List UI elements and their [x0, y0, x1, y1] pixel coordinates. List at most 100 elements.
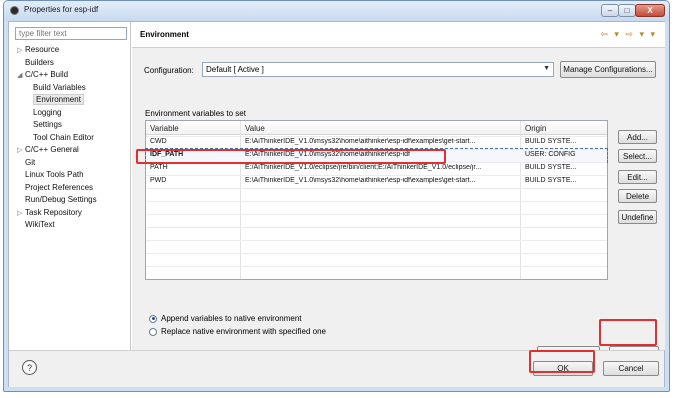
undefine-button[interactable]: Undefine	[618, 210, 657, 224]
sidebar-item[interactable]: Settings	[15, 119, 129, 132]
filter-input[interactable]	[15, 27, 127, 40]
window-title: Properties for esp-idf	[24, 5, 99, 14]
help-icon[interactable]: ?	[22, 360, 37, 375]
edit-button[interactable]: Edit...	[618, 170, 657, 184]
sidebar-item-label: C/C++ Build	[25, 70, 69, 79]
select-button[interactable]: Select...	[618, 149, 657, 163]
manage-configurations-button[interactable]: Manage Configurations...	[560, 61, 656, 78]
table-row[interactable]: PATH E:/AiThinkerIDE_V1.0/eclipse/jre/bin…	[146, 162, 607, 175]
sidebar-item[interactable]: Builders	[15, 57, 129, 70]
column-variable[interactable]: Variable	[150, 124, 179, 133]
ok-button[interactable]: OK	[533, 361, 593, 376]
cell-value: E:\AiThinkerIDE_V1.0\msys32\home\aithink…	[245, 138, 476, 145]
row-divider	[146, 253, 607, 254]
cell-value: E:\AiThinkerIDE_V1.0\msys32\home\aithink…	[245, 151, 410, 158]
row-divider	[146, 149, 607, 150]
sidebar-item[interactable]: WikiText	[15, 219, 129, 232]
page-header: Environment ⇦ ▾ ⇨ ▾ ▾	[132, 22, 665, 48]
cancel-button[interactable]: Cancel	[603, 361, 659, 376]
cell-value: E:/AiThinkerIDE_V1.0/eclipse/jre/bin/cli…	[245, 164, 482, 171]
sidebar-item-label: Resource	[25, 45, 60, 54]
sidebar-item-label: Linux Tools Path	[25, 170, 84, 179]
replace-radio[interactable]: Replace native environment with specifie…	[149, 327, 326, 336]
nav-arrows-icon[interactable]: ⇦ ▾ ⇨ ▾ ▾	[600, 29, 657, 40]
sidebar-item-label: Task Repository	[25, 207, 82, 217]
env-table: Variable Value Origin CWD E:\AiThinkerIDE…	[145, 120, 608, 280]
delete-button[interactable]: Delete	[618, 189, 657, 203]
expand-arrow-icon[interactable]: ▷	[17, 145, 25, 158]
sidebar-item-label: Builders	[25, 57, 54, 67]
sidebar-item-label: Logging	[33, 107, 62, 117]
expand-arrow-icon[interactable]: ◢	[17, 70, 25, 83]
properties-window: Properties for esp-idf – □ X ▷ResourceBu…	[3, 0, 670, 392]
sidebar-item-label: C/C++ General	[25, 145, 79, 154]
environment-section: Environment variables to set Variable Va…	[132, 104, 665, 361]
row-divider	[146, 136, 607, 137]
title-bar[interactable]: Properties for esp-idf – □ X	[4, 1, 669, 21]
sidebar-item-label: Environment	[33, 94, 84, 105]
row-divider	[146, 201, 607, 202]
column-origin[interactable]: Origin	[525, 124, 546, 133]
sidebar-item[interactable]: ▷ C/C++ General	[15, 144, 129, 157]
sidebar-item[interactable]: Project References	[15, 182, 129, 195]
cell-variable: CWD	[150, 138, 167, 145]
minimize-button[interactable]: –	[601, 4, 619, 17]
configuration-select[interactable]: Default [ Active ] ▼	[202, 62, 554, 77]
row-divider	[146, 266, 607, 267]
sidebar-item-label: Run/Debug Settings	[25, 195, 97, 204]
sidebar-tree: ▷ Resource Builders ◢ C/C++ Build Build Varia…	[15, 44, 129, 232]
sidebar-item[interactable]: Git	[15, 157, 129, 170]
sidebar-item[interactable]: ▷ Task Repository	[15, 207, 129, 220]
sidebar-item[interactable]: Logging	[15, 107, 129, 120]
close-button[interactable]: X	[635, 4, 665, 17]
append-radio[interactable]: Append variables to native environment	[149, 314, 302, 323]
row-divider	[146, 175, 607, 176]
row-divider	[146, 162, 607, 163]
sidebar-item-label: Build Variables	[33, 82, 86, 92]
sidebar-item-label: WikiText	[25, 220, 55, 229]
radio-off-icon	[149, 327, 157, 336]
sidebar-item[interactable]: Run/Debug Settings	[15, 194, 129, 207]
sidebar-item-label: Settings	[33, 120, 62, 129]
cell-variable: PATH	[150, 164, 168, 171]
maximize-button[interactable]: □	[618, 4, 636, 17]
cell-value: E:\AiThinkerIDE_V1.0\msys32\home\aithink…	[245, 177, 476, 184]
row-divider	[146, 188, 607, 189]
sidebar-item[interactable]: Linux Tools Path	[15, 169, 129, 182]
dialog-client: ▷ResourceBuilders◢C/C++ BuildBuild Varia…	[8, 21, 665, 387]
table-row[interactable]: CWD E:\AiThinkerIDE_V1.0\msys32\home\aith…	[146, 136, 607, 149]
cell-origin: BUILD SYSTE...	[525, 138, 577, 145]
cell-variable: PWD	[150, 177, 167, 184]
table-header: Variable Value Origin	[146, 121, 607, 135]
cell-origin: USER: CONFIG	[525, 151, 576, 158]
sidebar: ▷ResourceBuilders◢C/C++ BuildBuild Varia…	[9, 22, 131, 350]
add-button[interactable]: Add...	[618, 130, 657, 144]
cell-variable: IDF_PATH	[150, 151, 184, 158]
sidebar-item[interactable]: Tool Chain Editor	[15, 132, 129, 145]
replace-radio-label: Replace native environment with specifie…	[161, 327, 326, 336]
table-row[interactable]: PWD E:\AiThinkerIDE_V1.0\msys32\home\aith…	[146, 175, 607, 188]
table-row[interactable]: IDF_PATH E:\AiThinkerIDE_V1.0\msys32\home…	[145, 148, 608, 163]
chevron-down-icon: ▼	[543, 65, 550, 72]
page-title: Environment	[140, 30, 189, 39]
append-radio-label: Append variables to native environment	[161, 314, 302, 323]
configuration-label: Configuration:	[144, 66, 194, 75]
sidebar-item-label: Project References	[25, 182, 94, 192]
sidebar-item[interactable]: ▷ Resource	[15, 44, 129, 57]
sidebar-item-label: Git	[25, 157, 36, 167]
sidebar-item-label: Tool Chain Editor	[33, 132, 94, 142]
row-divider	[146, 227, 607, 228]
dialog-footer: ? OK Cancel	[9, 350, 664, 387]
sidebar-item[interactable]: Environment	[15, 94, 129, 107]
env-variables-label: Environment variables to set	[145, 109, 246, 118]
row-divider	[146, 214, 607, 215]
sidebar-item[interactable]: ◢ C/C++ Build	[15, 69, 129, 82]
sidebar-item[interactable]: Build Variables	[15, 82, 129, 95]
eclipse-icon	[10, 6, 19, 15]
configuration-value: Default [ Active ]	[206, 65, 264, 74]
column-value[interactable]: Value	[245, 124, 265, 133]
radio-on-icon	[149, 314, 157, 323]
row-divider	[146, 240, 607, 241]
expand-arrow-icon[interactable]: ▷	[17, 45, 25, 58]
cell-origin: BUILD SYSTE...	[525, 177, 577, 184]
